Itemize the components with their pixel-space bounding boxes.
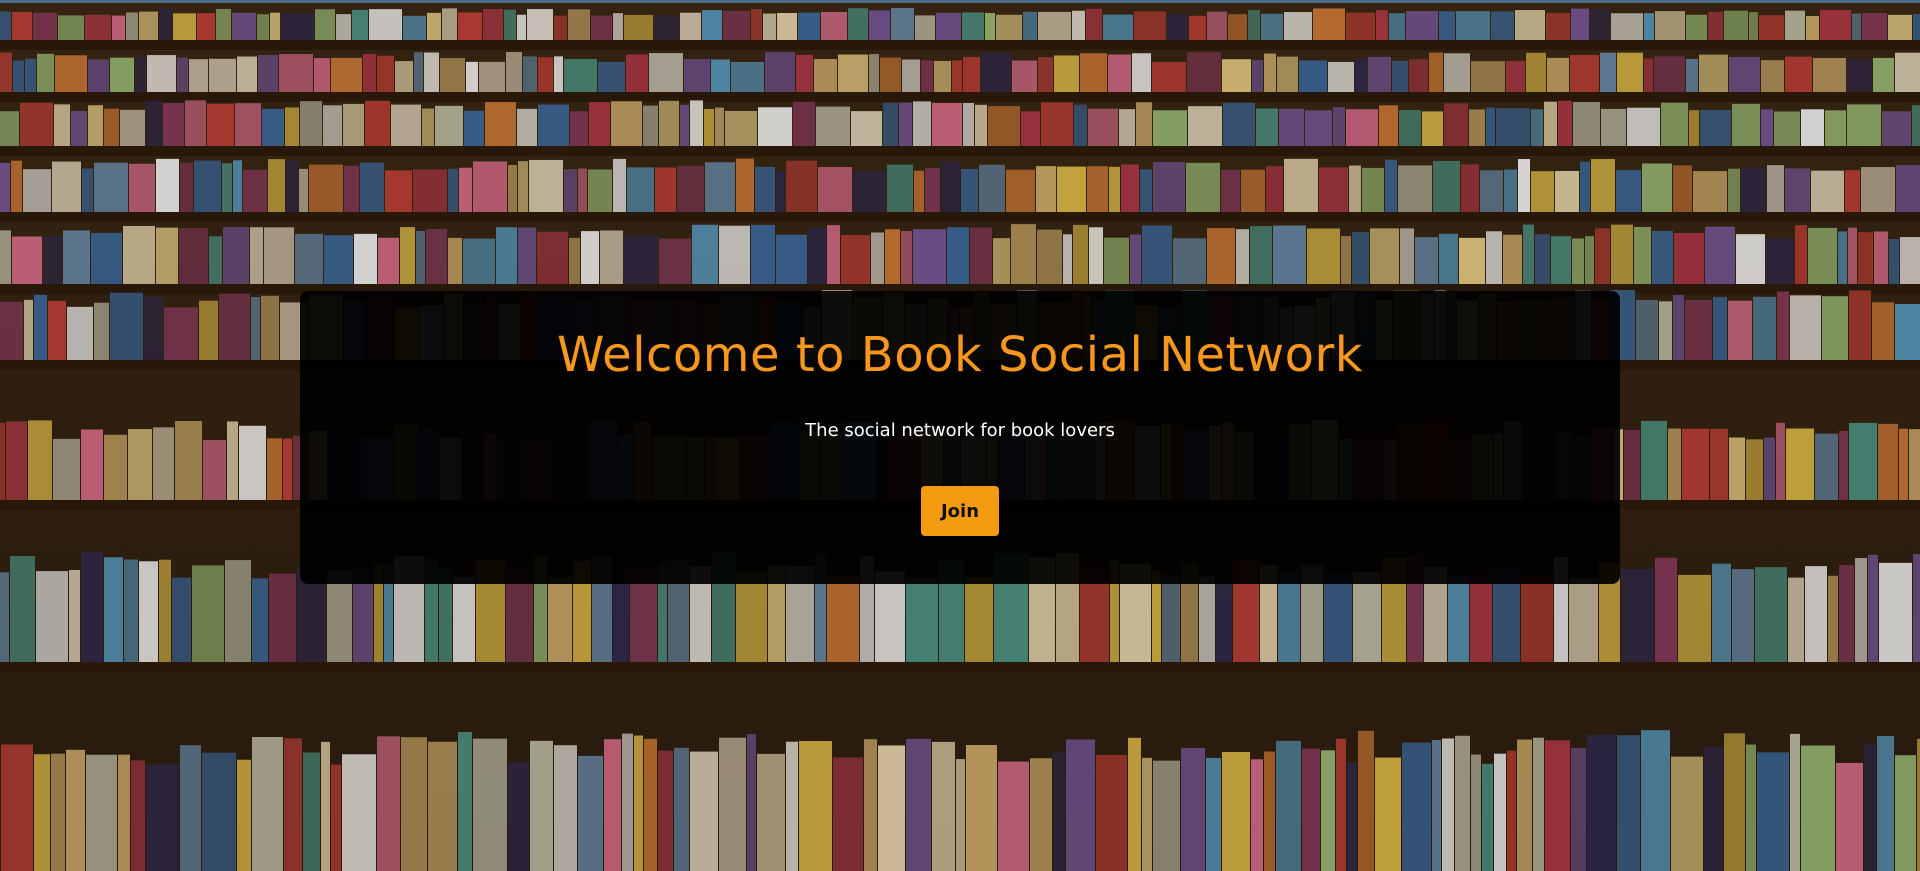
hero-panel: Welcome to Book Social Network The socia… — [300, 291, 1620, 584]
hero-title: Welcome to Book Social Network — [557, 327, 1363, 383]
hero-subtitle: The social network for book lovers — [805, 420, 1115, 441]
join-button[interactable]: Join — [921, 486, 999, 536]
top-border — [0, 0, 1920, 3]
